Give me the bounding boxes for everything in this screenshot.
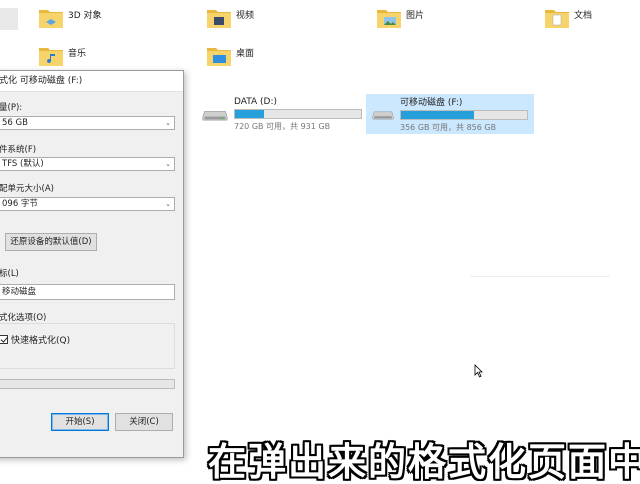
folder-label: 桌面 [236, 49, 255, 59]
drive-removable-f[interactable]: 可移动磁盘 (F:) 356 GB 可用，共 856 GB [366, 94, 534, 134]
navigation-pane[interactable] [0, 8, 18, 30]
folder-desktop[interactable]: 桌面 [206, 40, 254, 68]
chevron-down-icon: ⌄ [165, 160, 171, 168]
drive-name: 可移动磁盘 (F:) [400, 98, 463, 108]
videos-folder-icon [207, 10, 231, 28]
removable-drive-icon [372, 111, 394, 120]
restore-defaults-button[interactable]: 还原设备的默认值(D) [5, 233, 97, 251]
desktop-folder-icon [207, 48, 231, 66]
folder-documents[interactable]: 文档 [544, 2, 592, 30]
drive-usage-bar [234, 108, 362, 119]
start-button[interactable]: 开始(S) [51, 413, 109, 431]
folder-label: 图片 [406, 11, 425, 21]
pictures-folder-icon [377, 10, 401, 28]
folder-3d-objects[interactable]: 3D 对象 [38, 2, 102, 30]
music-folder-icon [39, 48, 63, 66]
capacity-label: 量(P): [0, 103, 23, 113]
drive-usage-fill [401, 111, 475, 119]
folder-label: 视频 [236, 11, 255, 21]
drive-usage-fill [235, 109, 264, 118]
volume-label-label: 标(L) [0, 269, 19, 279]
chevron-down-icon: ⌄ [165, 119, 171, 127]
allocation-unit-label: 配单元大小(A) [0, 184, 54, 194]
file-system-select[interactable]: TFS (默认) ⌄ [0, 157, 175, 171]
volume-label-input[interactable]: 移动磁盘 [0, 284, 175, 300]
folder-label: 音乐 [68, 49, 87, 59]
quick-format-label: 快速格式化(Q) [11, 336, 71, 346]
drive-capacity: 720 GB 可用，共 931 GB [234, 121, 331, 131]
file-system-label: 件系统(F) [0, 145, 37, 155]
quick-format-option[interactable]: 快速格式化(Q) [0, 333, 70, 346]
allocation-unit-value: 096 字节 [2, 199, 38, 209]
3d-objects-folder-icon [39, 10, 63, 28]
folder-label: 文档 [574, 11, 593, 21]
mouse-cursor-icon [474, 364, 483, 378]
drive-usage-bar [400, 110, 528, 120]
file-system-value: TFS (默认) [2, 159, 44, 169]
folder-music[interactable]: 音乐 [38, 40, 86, 68]
folder-videos[interactable]: 视频 [206, 2, 254, 30]
drive-name: DATA (D:) [234, 96, 278, 107]
folder-pictures[interactable]: 图片 [376, 2, 424, 30]
documents-folder-icon [545, 10, 569, 28]
hard-drive-icon [202, 111, 228, 121]
format-options-label: 式化选项(O) [0, 313, 47, 323]
format-progress-bar [0, 379, 175, 389]
capacity-select[interactable]: 56 GB ⌄ [0, 116, 175, 130]
drive-capacity: 356 GB 可用，共 856 GB [400, 123, 497, 132]
divider [470, 276, 610, 277]
allocation-unit-select[interactable]: 096 字节 ⌄ [0, 197, 175, 211]
capacity-value: 56 GB [2, 118, 28, 128]
quick-format-checkbox[interactable] [0, 335, 8, 344]
drive-data-d[interactable]: DATA (D:) 720 GB 可用，共 931 GB [196, 94, 368, 134]
dialog-title: 式化 可移动磁盘 (F:) [0, 71, 183, 92]
close-button[interactable]: 关闭(C) [115, 413, 173, 431]
chevron-down-icon: ⌄ [165, 200, 171, 208]
format-dialog: 式化 可移动磁盘 (F:) 量(P): 56 GB ⌄ 件系统(F) TFS (… [0, 70, 184, 458]
folder-label: 3D 对象 [68, 11, 102, 21]
format-options-group [0, 323, 175, 369]
video-subtitle: 在弹出来的格式化页面中 [208, 440, 640, 484]
